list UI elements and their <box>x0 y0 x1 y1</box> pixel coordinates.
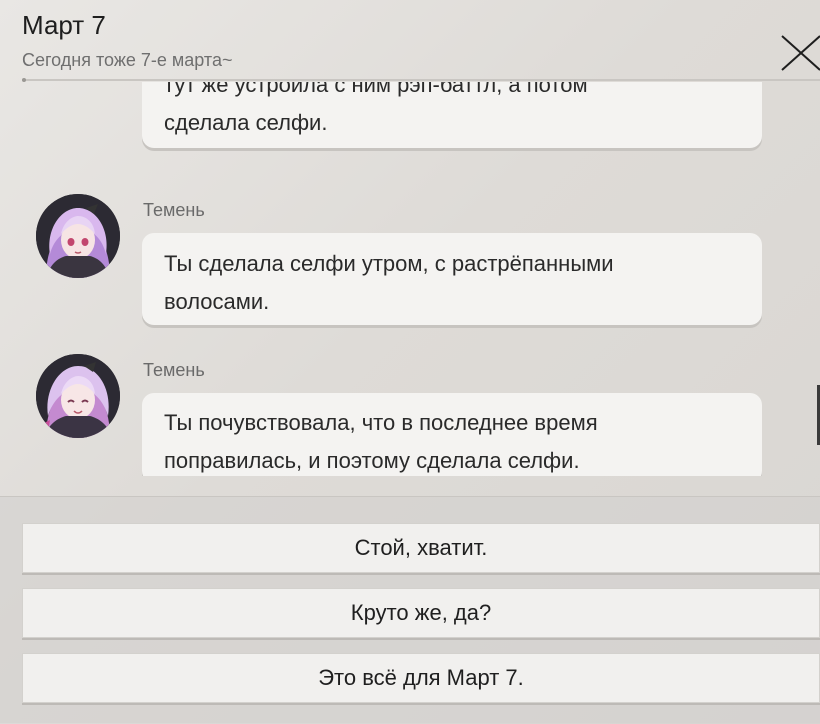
reply-option-button[interactable]: Круто же, да? <box>22 588 820 638</box>
message-bubble: Ты сделала селфи утром, с растрёпанными … <box>142 233 762 325</box>
avatar <box>36 354 120 438</box>
message-text-line: тут же устроила с ним рэп-баттл, а потом <box>164 82 588 97</box>
chat-message-list[interactable]: тут же устроила с ним рэп-баттл, а потом… <box>0 82 820 476</box>
avatar <box>36 194 120 278</box>
message-text-line: сделала селфи. <box>164 110 328 135</box>
message-text-line: Ты сделала селфи утром, с растрёпанными <box>164 251 614 276</box>
message-text-line: Ты почувствовала, что в последнее время <box>164 410 598 435</box>
close-button[interactable] <box>776 30 820 74</box>
message-text-line: волосами. <box>164 289 270 314</box>
header-divider <box>22 79 820 81</box>
message-bubble: Ты почувствовала, что в последнее время … <box>142 393 762 476</box>
close-icon <box>781 35 820 71</box>
message-sender: Темень <box>143 360 205 380</box>
reply-option-button[interactable]: Стой, хватит. <box>22 523 820 573</box>
message-text-line: поправилась, и поэтому сделала селфи. <box>164 448 580 473</box>
contact-status: Сегодня тоже 7-е марта~ <box>22 50 233 70</box>
message-bubble: тут же устроила с ним рэп-баттл, а потом… <box>142 82 762 148</box>
reply-option-button[interactable]: Это всё для Март 7. <box>22 653 820 703</box>
message-sender: Темень <box>143 200 205 220</box>
contact-name: Март 7 <box>22 10 106 40</box>
chat-header: Март 7 Сегодня тоже 7-е марта~ <box>0 0 820 82</box>
